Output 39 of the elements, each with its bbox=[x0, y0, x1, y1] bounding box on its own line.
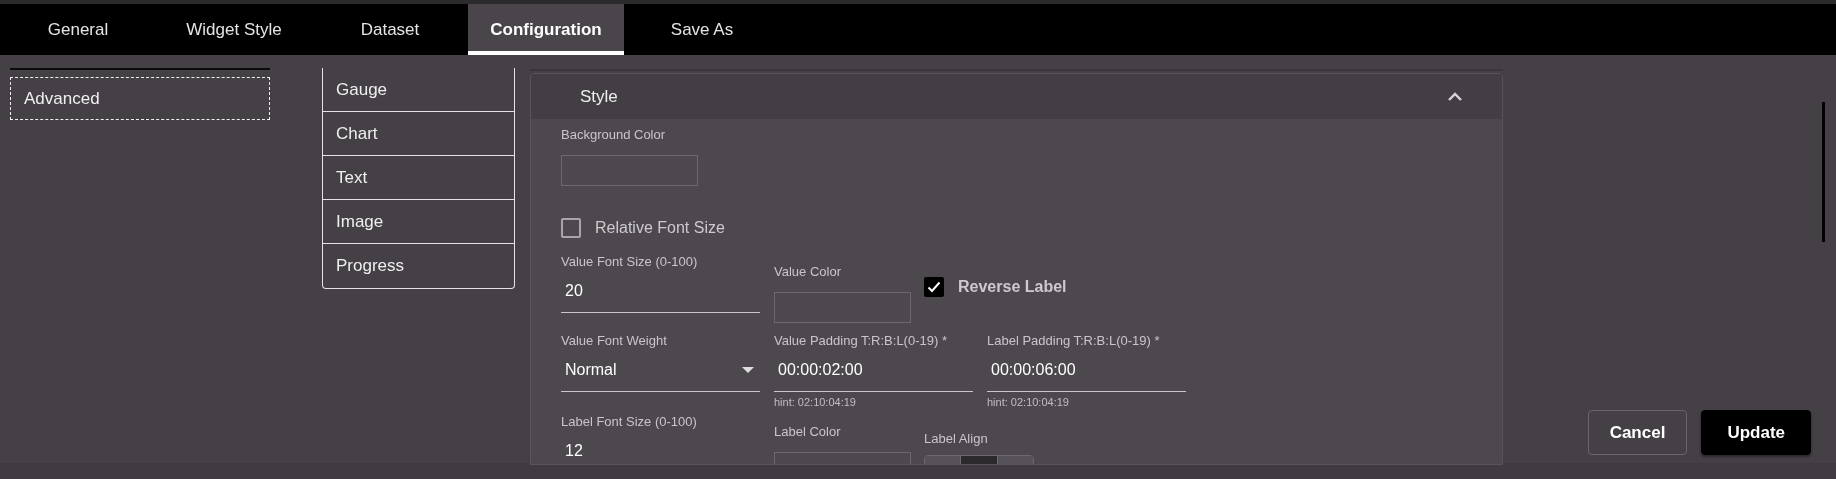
dropdown-icon bbox=[742, 367, 754, 373]
input-field[interactable]: 20 bbox=[561, 270, 760, 313]
checkbox-label: Relative Font Size bbox=[595, 219, 725, 237]
field-label: Value Padding T:R:B:L(0-19) * bbox=[774, 333, 947, 349]
section-title: Style bbox=[580, 86, 618, 107]
hint-text: hint: 02:10:04:19 bbox=[774, 396, 856, 408]
color-field[interactable] bbox=[561, 155, 698, 186]
select-field[interactable]: Normal bbox=[561, 349, 760, 392]
tab[interactable]: Widget Style bbox=[156, 4, 312, 55]
section-header[interactable]: Style bbox=[531, 74, 1502, 119]
widget-type-item[interactable]: Progress bbox=[323, 244, 514, 288]
checkbox[interactable] bbox=[924, 277, 944, 297]
action-button[interactable]: Update bbox=[1701, 410, 1811, 455]
field-label: Label Padding T:R:B:L(0-19) * bbox=[987, 333, 1160, 349]
scrollbar-thumb[interactable] bbox=[1822, 102, 1825, 242]
field-label: Label Font Size (0-100) bbox=[561, 414, 697, 430]
widget-type-item[interactable]: Image bbox=[323, 200, 514, 244]
widget-type-item[interactable]: Chart bbox=[323, 112, 514, 156]
action-button[interactable]: Cancel bbox=[1587, 410, 1688, 455]
widget-type-item[interactable]: Gauge bbox=[323, 68, 514, 112]
hint-text: hint: 02:10:04:19 bbox=[987, 396, 1069, 408]
tab[interactable]: General bbox=[0, 4, 156, 55]
widget-type-item[interactable]: Text bbox=[323, 156, 514, 200]
input-field[interactable]: 00:00:06:00 bbox=[987, 349, 1186, 392]
field-label: Label Align bbox=[924, 431, 988, 447]
field-label: Value Font Size (0-100) bbox=[561, 254, 698, 270]
tab[interactable]: Save As bbox=[624, 4, 780, 55]
checkbox[interactable] bbox=[561, 218, 581, 238]
field-label: Label Color bbox=[774, 424, 841, 440]
sidebar-item[interactable]: Advanced bbox=[10, 77, 270, 120]
tab[interactable]: Configuration bbox=[468, 4, 624, 55]
color-field[interactable] bbox=[774, 292, 911, 323]
field-label: Background Color bbox=[561, 127, 666, 143]
checkbox-label: Reverse Label bbox=[958, 278, 1067, 296]
chevron-icon[interactable] bbox=[1448, 92, 1462, 101]
field-label: Value Color bbox=[774, 264, 841, 280]
tab[interactable]: Dataset bbox=[312, 4, 468, 55]
input-field[interactable]: 00:00:02:00 bbox=[774, 349, 973, 392]
field-label: Value Font Weight bbox=[561, 333, 667, 349]
